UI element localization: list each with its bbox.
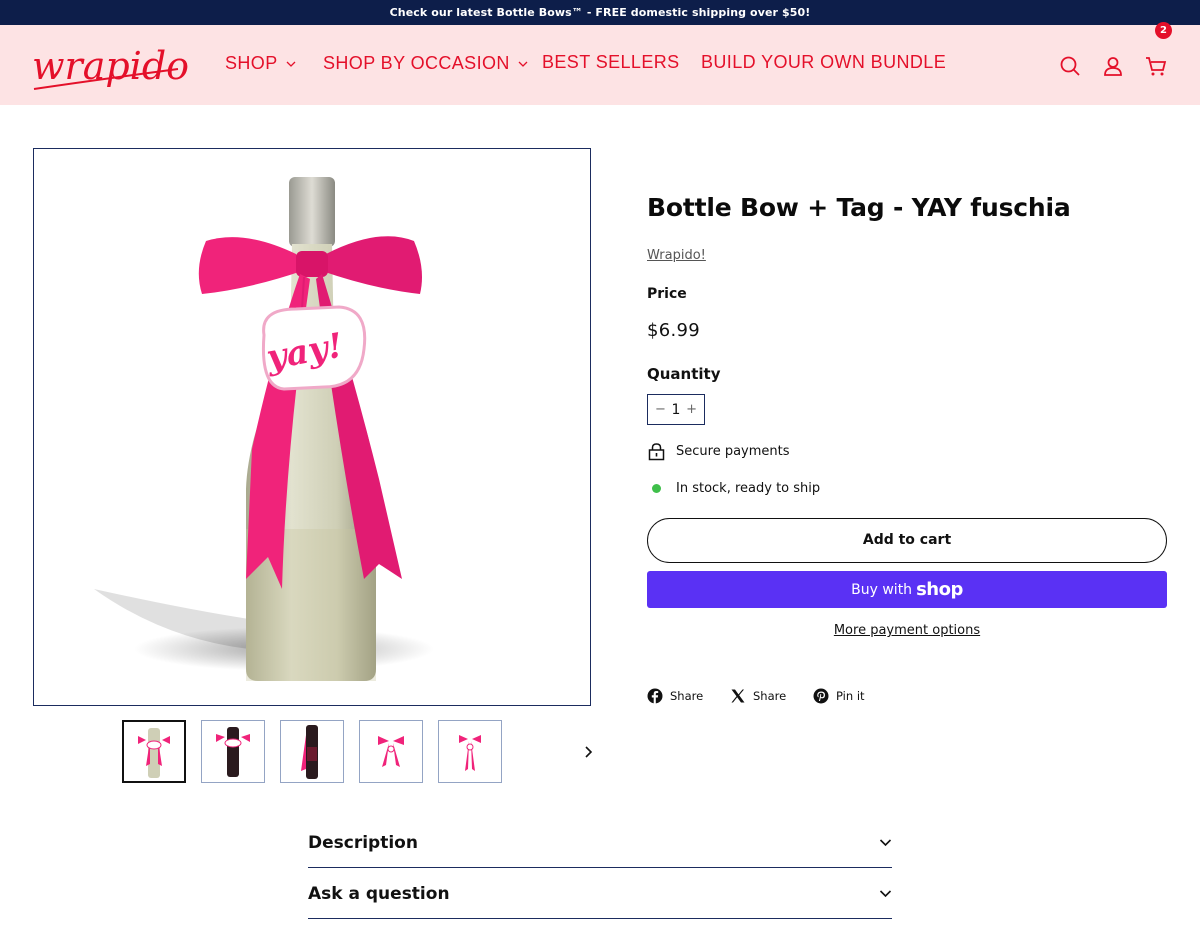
thumbnail-5[interactable] <box>438 720 502 783</box>
more-payment-options-link[interactable]: More payment options <box>647 623 1167 638</box>
quantity-increase-button[interactable]: + <box>686 402 697 417</box>
product-price: $6.99 <box>647 320 701 341</box>
nav-shop-label: SHOP <box>225 53 278 73</box>
thumbnail-1[interactable] <box>122 720 186 783</box>
share-pinterest-label: Pin it <box>836 689 865 703</box>
nav-shop[interactable]: SHOP <box>225 53 296 74</box>
facebook-icon <box>647 688 663 704</box>
add-to-cart-button[interactable]: Add to cart <box>647 518 1167 563</box>
quantity-label: Quantity <box>647 365 721 383</box>
accordion-description[interactable]: Description <box>308 818 892 868</box>
chevron-down-icon <box>518 61 528 67</box>
share-facebook-label: Share <box>670 689 704 703</box>
quantity-stepper: − + <box>647 394 705 425</box>
cart-icon[interactable] <box>1145 55 1167 77</box>
quantity-input[interactable] <box>669 401 683 418</box>
share-x[interactable]: Share <box>730 688 786 704</box>
share-facebook[interactable]: Share <box>647 688 703 704</box>
vendor-link[interactable]: Wrapido! <box>647 248 706 263</box>
search-icon[interactable] <box>1059 55 1081 77</box>
chevron-down-icon <box>286 61 296 67</box>
shop-pay-logo: shop <box>916 579 963 600</box>
bottle-with-bow-image: yay! <box>94 177 434 681</box>
chevron-down-icon <box>879 890 892 898</box>
buy-with-shop-button[interactable]: Buy with shop <box>647 571 1167 608</box>
thumbnail-image <box>138 728 170 778</box>
chevron-down-icon <box>879 839 892 847</box>
accordion-ask-question-title: Ask a question <box>308 883 450 904</box>
secure-payments-row: Secure payments <box>647 442 790 461</box>
share-x-label: Share <box>753 689 787 703</box>
svg-text:wrapido!: wrapido! <box>32 44 188 88</box>
accordion-description-title: Description <box>308 832 418 853</box>
nav-occasion-label: SHOP BY OCCASION <box>323 53 510 73</box>
wrapido-logo[interactable]: wrapido! <box>28 35 188 97</box>
in-stock-dot-icon <box>652 484 661 493</box>
share-pinterest[interactable]: Pin it <box>813 688 865 704</box>
thumbnail-2[interactable] <box>201 720 265 783</box>
secure-payments-text: Secure payments <box>676 444 790 459</box>
site-header: wrapido! SHOP SHOP BY OCCASION BEST SELL… <box>0 22 1200 105</box>
thumbnail-3[interactable] <box>280 720 344 783</box>
product-title: Bottle Bow + Tag - YAY fuschia <box>647 193 1071 222</box>
thumbnail-image <box>459 735 481 771</box>
thumbnail-image <box>216 727 250 777</box>
chevron-right-icon[interactable] <box>580 744 596 760</box>
announcement-bar: Check our latest Bottle Bows™ - FREE dom… <box>0 0 1200 25</box>
x-icon <box>731 689 745 703</box>
accordion-ask-question[interactable]: Ask a question <box>308 869 892 919</box>
quantity-decrease-button[interactable]: − <box>655 402 666 417</box>
product-main-image[interactable]: yay! <box>33 148 591 706</box>
thumbnail-image <box>301 725 318 779</box>
price-label: Price <box>647 286 687 302</box>
stock-status-text: In stock, ready to ship <box>676 481 821 496</box>
thumbnail-4[interactable] <box>359 720 423 783</box>
stock-status-row: In stock, ready to ship <box>647 481 820 496</box>
cart-count-badge: 2 <box>1155 22 1172 39</box>
account-icon[interactable] <box>1102 55 1124 77</box>
buy-with-label: Buy with <box>851 581 913 598</box>
lock-icon <box>648 443 665 461</box>
nav-build-bundle[interactable]: BUILD YOUR OWN BUNDLE <box>701 52 946 73</box>
nav-best-sellers[interactable]: BEST SELLERS <box>542 52 680 73</box>
thumbnail-image <box>378 736 404 767</box>
pinterest-icon <box>813 688 829 704</box>
nav-shop-by-occasion[interactable]: SHOP BY OCCASION <box>323 53 528 74</box>
